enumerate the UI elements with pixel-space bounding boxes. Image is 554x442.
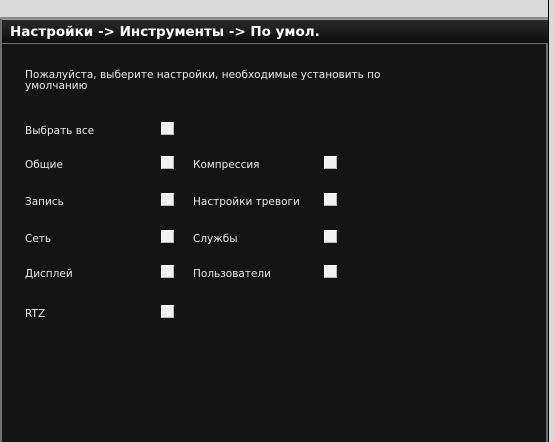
network-checkbox[interactable]	[161, 230, 174, 243]
rtz-label: RTZ	[25, 308, 46, 320]
default-settings-window: Настройки -> Инструменты -> По умол. Пож…	[0, 0, 548, 442]
general-label: Общие	[25, 159, 63, 171]
settings-panel	[2, 44, 546, 442]
instruction-text: Пожалуйста, выберите настройки, необходи…	[25, 69, 381, 92]
record-checkbox[interactable]	[161, 193, 174, 206]
services-checkbox[interactable]	[324, 230, 337, 243]
select-all-checkbox[interactable]	[161, 122, 174, 135]
rtz-checkbox[interactable]	[161, 305, 174, 318]
alarm-settings-label: Настройки тревоги	[193, 196, 300, 208]
general-checkbox[interactable]	[161, 156, 174, 169]
window-title: Настройки -> Инструменты -> По умол.	[10, 24, 320, 40]
window-top-frame	[0, 0, 548, 19]
network-label: Сеть	[25, 233, 52, 245]
users-checkbox[interactable]	[324, 265, 337, 278]
services-label: Службы	[193, 233, 238, 245]
window-titlebar[interactable]: Настройки -> Инструменты -> По умол.	[2, 19, 548, 44]
alarm-settings-checkbox[interactable]	[324, 193, 337, 206]
display-label: Дисплей	[25, 268, 73, 280]
display-checkbox[interactable]	[161, 265, 174, 278]
select-all-label: Выбрать все	[25, 125, 95, 137]
compression-label: Компрессия	[193, 159, 260, 171]
window-right-border	[546, 19, 548, 442]
users-label: Пользователи	[193, 268, 271, 280]
compression-checkbox[interactable]	[324, 156, 337, 169]
record-label: Запись	[25, 196, 64, 208]
